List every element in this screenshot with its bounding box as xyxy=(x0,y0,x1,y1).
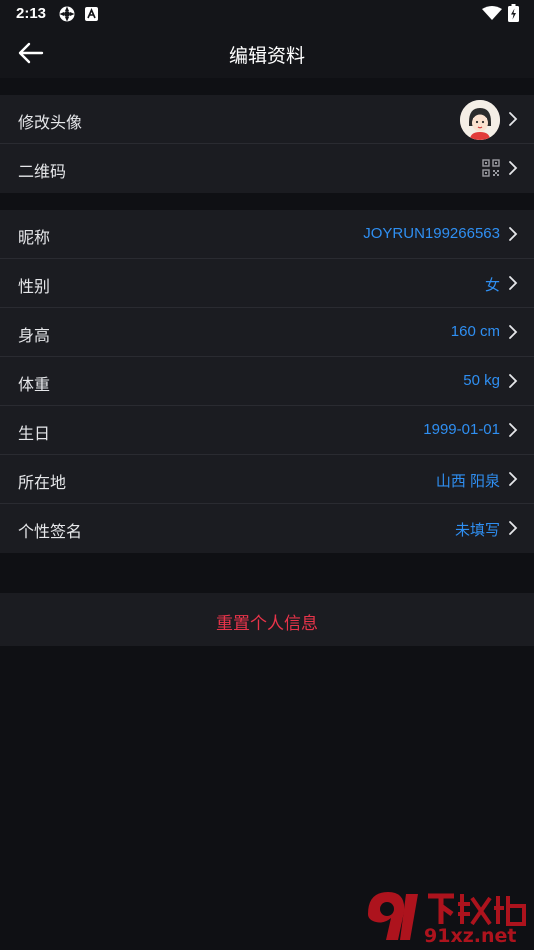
wifi-icon xyxy=(482,6,502,20)
birthday-value: 1999-01-01 xyxy=(423,421,500,438)
height-label: 身高 xyxy=(18,326,51,345)
weight-label: 体重 xyxy=(18,375,51,394)
chevron-right-icon xyxy=(509,276,518,290)
svg-text:91xz.net: 91xz.net xyxy=(424,925,516,946)
location-value: 山西 阳泉 xyxy=(435,473,500,490)
weight-value: 50 kg xyxy=(463,372,500,389)
qr-code-icon xyxy=(482,159,500,177)
avatar[interactable] xyxy=(460,100,500,140)
watermark-logo: 91xz.net xyxy=(368,892,526,946)
signature-row[interactable]: 个性签名 未填写 xyxy=(0,504,534,553)
signature-label: 个性签名 xyxy=(18,522,83,541)
app-bar: 编辑资料 xyxy=(0,28,534,78)
location-row[interactable]: 所在地 山西 阳泉 xyxy=(0,455,534,504)
reset-profile-label: 重置个人信息 xyxy=(216,614,318,634)
nickname-label: 昵称 xyxy=(18,228,51,247)
chevron-right-icon xyxy=(509,521,518,535)
chevron-right-icon xyxy=(509,161,518,175)
chevron-right-icon xyxy=(509,472,518,486)
birthday-row[interactable]: 生日 1999-01-01 xyxy=(0,406,534,455)
height-row[interactable]: 身高 160 cm xyxy=(0,308,534,357)
signature-value: 未填写 xyxy=(454,522,500,539)
qr-code-row-label: 二维码 xyxy=(18,162,67,181)
gender-value: 女 xyxy=(484,277,500,294)
avatar-row-label: 修改头像 xyxy=(18,113,83,132)
gender-label: 性别 xyxy=(18,277,51,296)
chevron-right-icon xyxy=(509,374,518,388)
nickname-row[interactable]: 昵称 JOYRUN199266563 xyxy=(0,210,534,259)
gender-row[interactable]: 性别 女 xyxy=(0,259,534,308)
settings-sync-icon xyxy=(59,6,75,22)
weight-row[interactable]: 体重 50 kg xyxy=(0,357,534,406)
height-value: 160 cm xyxy=(450,323,500,340)
info-section: 昵称 JOYRUN199266563 性别 女 身高 160 cm 体重 50 … xyxy=(0,210,534,553)
chevron-right-icon xyxy=(509,227,518,241)
profile-section: 修改头像 二维码 xyxy=(0,95,534,193)
nickname-value: JOYRUN199266563 xyxy=(363,225,500,242)
chevron-right-icon xyxy=(509,325,518,339)
chevron-right-icon xyxy=(509,112,518,126)
avatar-row[interactable]: 修改头像 xyxy=(0,95,534,144)
status-time: 2:13 xyxy=(16,5,47,22)
location-label: 所在地 xyxy=(18,473,67,492)
page-title: 编辑资料 xyxy=(228,45,305,67)
chevron-right-icon xyxy=(509,423,518,437)
status-bar: 2:13 xyxy=(0,0,534,28)
birthday-label: 生日 xyxy=(18,424,51,443)
a-badge-icon xyxy=(85,7,98,21)
qr-code-row[interactable]: 二维码 xyxy=(0,144,534,193)
battery-charging-icon xyxy=(508,4,519,22)
reset-profile-button[interactable]: 重置个人信息 xyxy=(0,593,534,646)
